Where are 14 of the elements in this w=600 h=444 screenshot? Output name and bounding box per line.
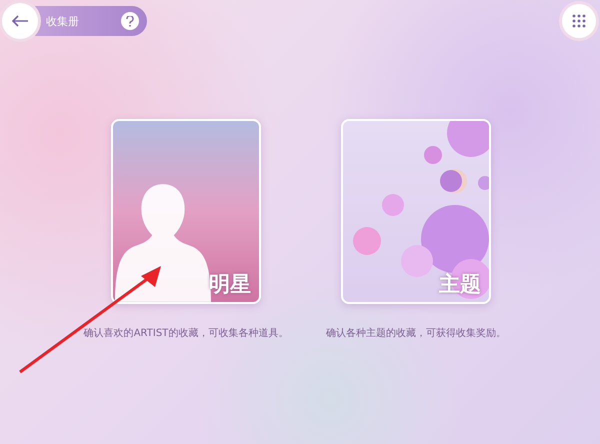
menu-button[interactable]	[562, 4, 596, 38]
card-label: 明星	[209, 272, 251, 298]
card-caption: 确认喜欢的ARTIST的收藏，可收集各种道具。	[84, 326, 288, 340]
header-title: 收集册	[46, 14, 80, 28]
card-caption: 确认各种主题的收藏，可获得收集奖励。	[326, 326, 506, 340]
back-arrow-icon	[11, 15, 29, 27]
card-label: 主题	[439, 272, 481, 298]
theme-card[interactable]: 主题	[341, 119, 491, 304]
artist-card[interactable]: 明星	[111, 119, 261, 304]
back-button[interactable]	[2, 3, 38, 39]
question-icon	[126, 16, 134, 26]
grid-icon	[572, 14, 586, 28]
person-silhouette-icon	[115, 184, 211, 302]
help-button[interactable]	[121, 12, 139, 30]
